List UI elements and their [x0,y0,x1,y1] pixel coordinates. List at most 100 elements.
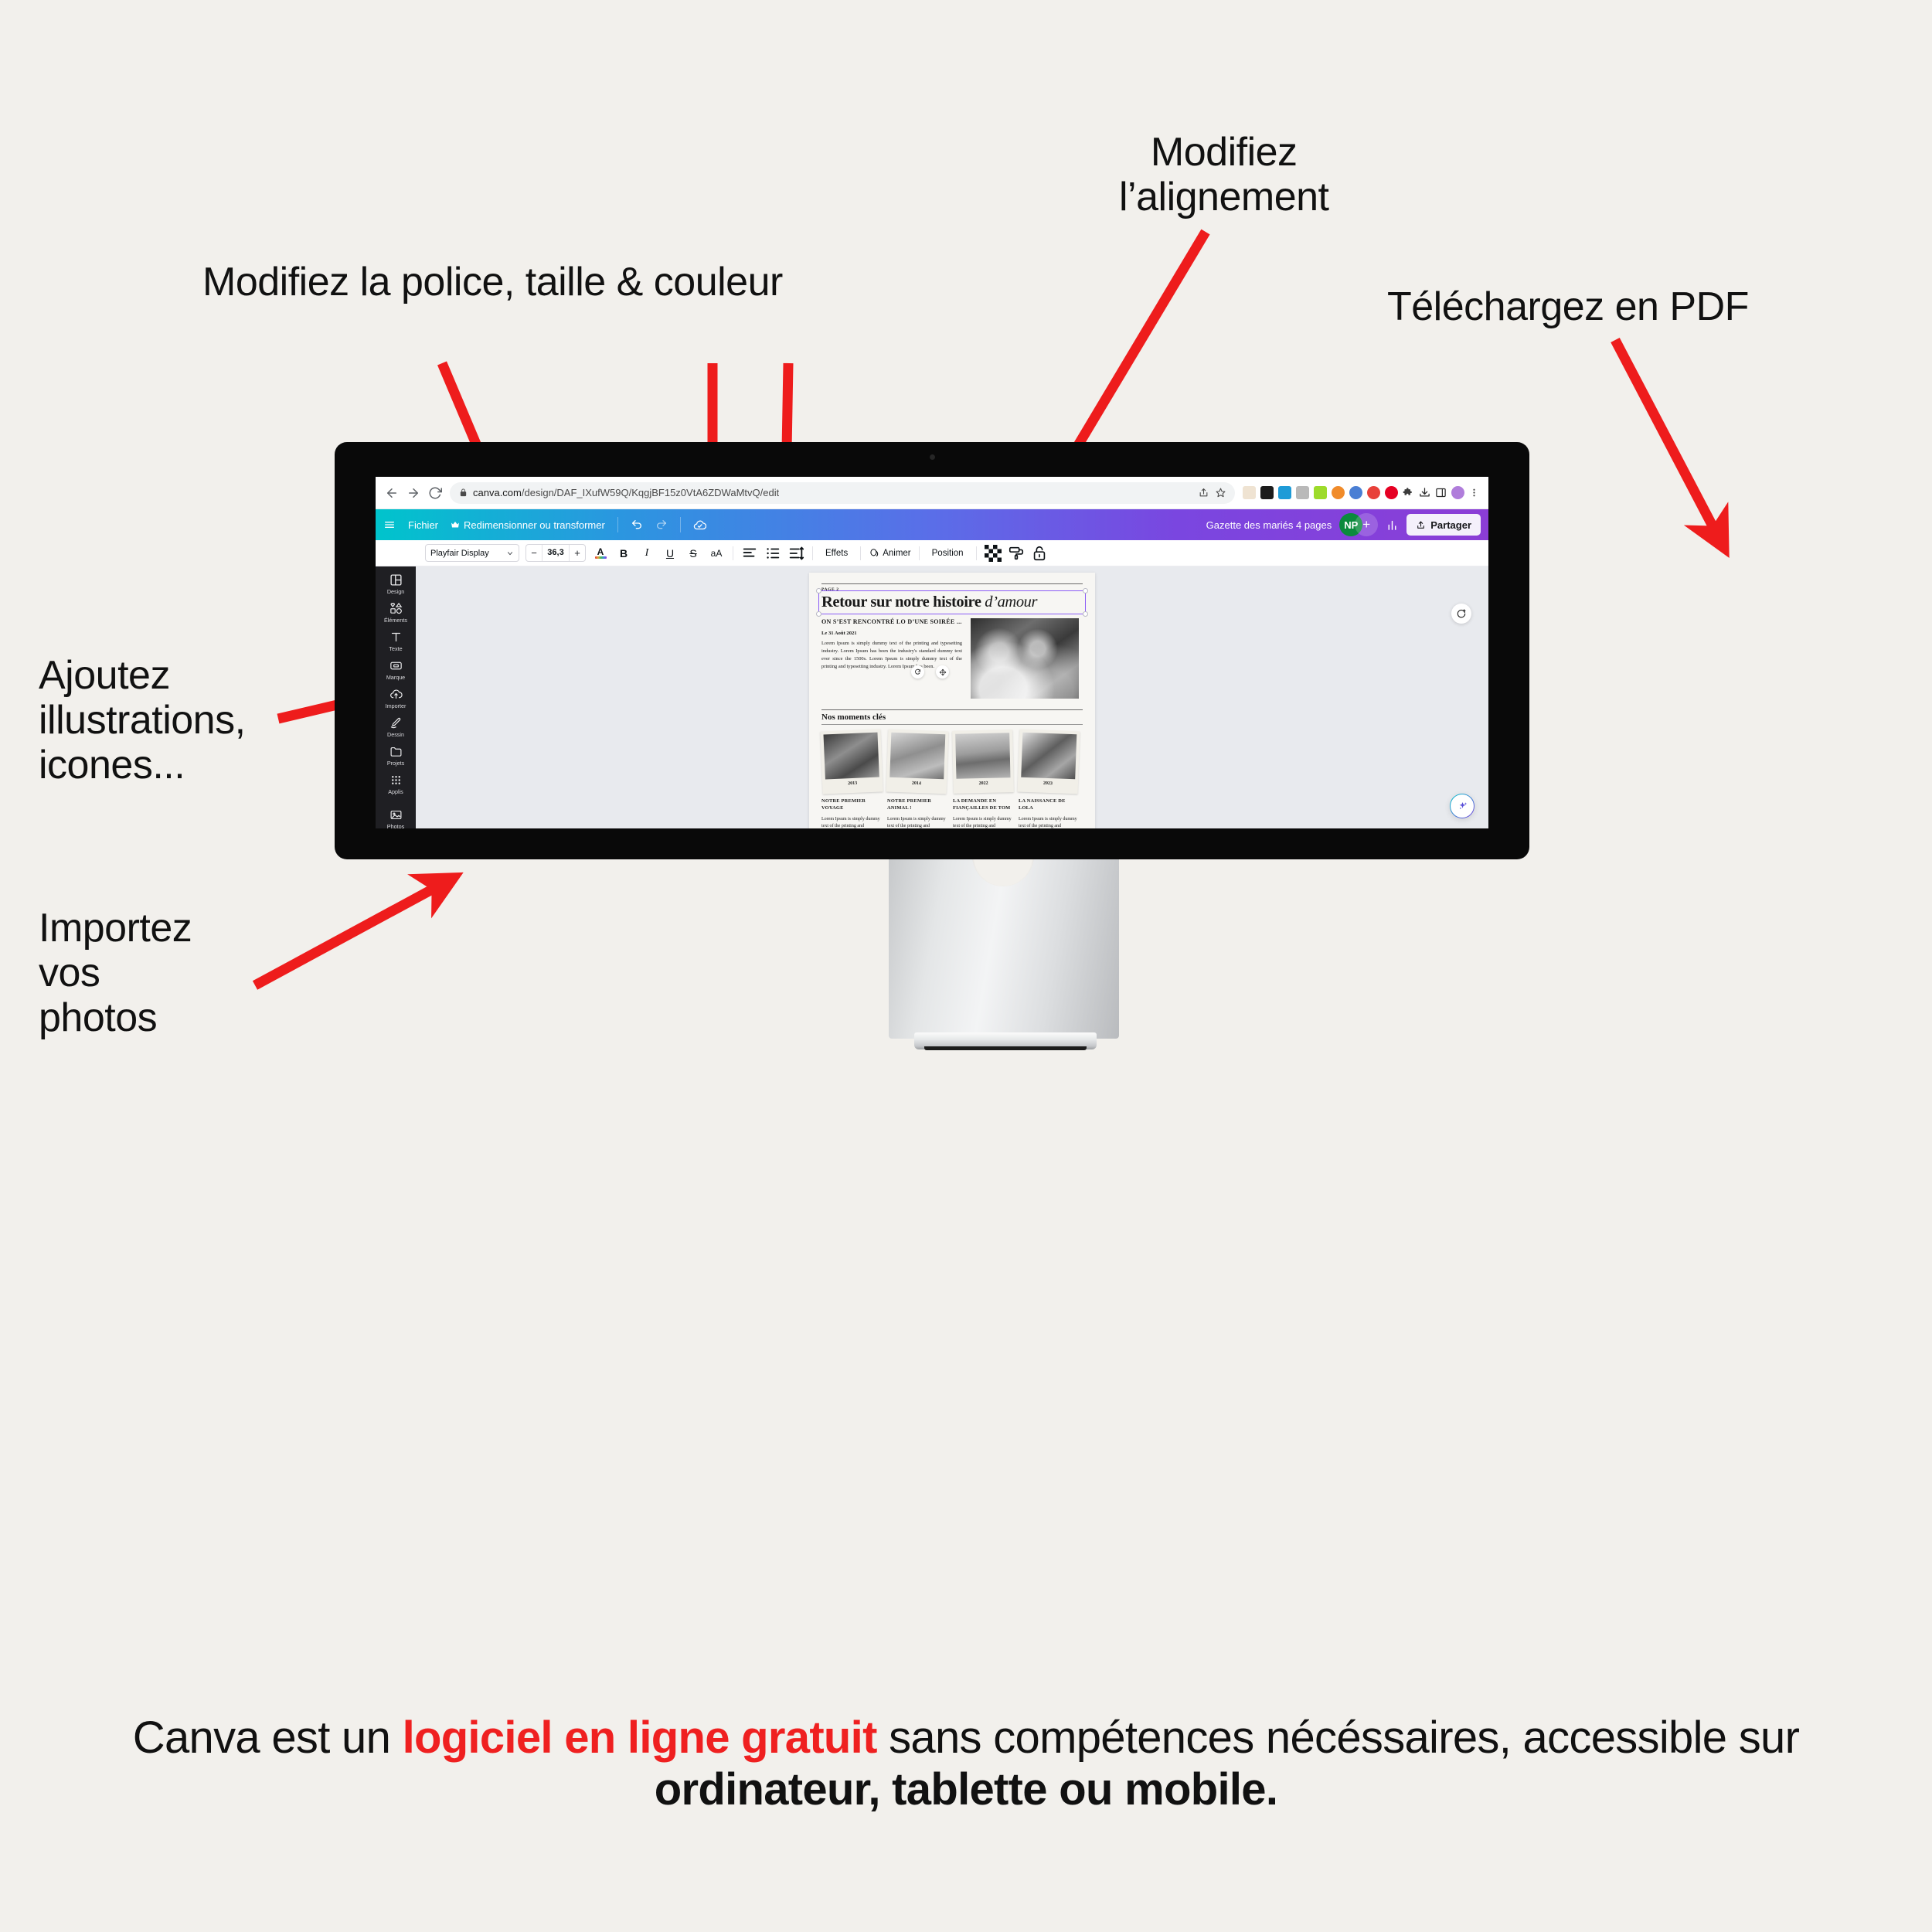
timeline-year: 2022 [978,781,988,787]
animate-icon[interactable] [869,548,879,559]
puzzle-extension-icon[interactable] [1403,487,1414,498]
annotation-alignment: Modifiez l’alignement [1119,130,1329,220]
add-collaborator-button[interactable]: + [1355,513,1379,536]
resize-handle[interactable] [816,611,821,617]
article-columns: ON S’EST RENCONTRÉ LO D’UNE SOIRÉE ... L… [821,618,1083,699]
lock-icon [460,488,467,497]
strikethrough-button[interactable]: S [685,545,702,562]
brand-icon [389,659,403,672]
resize-handle[interactable] [1083,588,1088,594]
forward-icon[interactable] [406,486,420,500]
effects-button[interactable]: Effets [821,549,852,558]
sidebar-item-importer[interactable]: Importer [376,684,416,713]
extension-icon[interactable] [1314,486,1327,499]
line-spacing-icon[interactable] [787,545,804,562]
bold-button[interactable]: B [615,545,632,562]
star-icon[interactable] [1216,488,1226,498]
font-size-decrease[interactable]: − [526,547,542,559]
sidebar-label: Marque [386,674,406,681]
sidebar-item-dessin[interactable]: Dessin [376,713,416,741]
extension-icon[interactable] [1367,486,1380,499]
align-left-icon[interactable] [741,545,758,562]
timeline-card: LA NAISSANCE DE LOLA Lorem Ipsum is simp… [1019,798,1079,828]
document-title[interactable]: Gazette des mariés 4 pages [1206,519,1332,531]
editor-body: Design Éléments Texte Marque Importer De… [376,566,1488,828]
timeline-polaroid[interactable]: 2014 [886,729,949,794]
bar-chart-icon[interactable] [1386,519,1399,532]
magic-sparkle-icon[interactable] [1450,794,1475,818]
reload-icon[interactable] [428,486,442,500]
downloads-icon[interactable] [1419,487,1430,498]
share-button[interactable]: Partager [1406,514,1481,536]
sidebar-item-texte[interactable]: Texte [376,627,416,655]
add-comment-icon[interactable] [1451,604,1471,624]
rule [821,709,1083,711]
timeline-polaroid[interactable]: 2022 [952,730,1014,794]
timeline-year: 2014 [911,781,922,787]
timeline-polaroid[interactable]: 2013 [820,729,883,794]
design-page[interactable]: PAGE 2 Retour sur notre histoire d’amour [809,573,1095,828]
font-family-select[interactable]: Playfair Display [425,544,519,562]
bulleted-list-icon[interactable] [764,545,781,562]
sidebar-label: Applis [388,788,403,795]
headline-italic: d’amour [985,594,1038,611]
canva-top-bar: Fichier Redimensionner ou transformer Ga… [376,509,1488,540]
text-color-icon[interactable]: A [592,545,609,562]
sidebar-item-marque[interactable]: Marque [376,655,416,684]
extension-icon[interactable] [1278,486,1291,499]
page-headline[interactable]: Retour sur notre histoire d’amour [821,594,1083,611]
headline-selection-wrap[interactable]: Retour sur notre histoire d’amour [816,588,1088,617]
sidebar-label: Texte [389,645,403,652]
back-icon[interactable] [385,486,399,500]
extension-icon[interactable] [1385,486,1398,499]
article-photo[interactable] [971,618,1079,699]
font-size-stepper[interactable]: − 36,3 + [526,544,586,562]
extension-icon[interactable] [1243,486,1256,499]
position-button[interactable]: Position [927,549,968,558]
section-title[interactable]: Nos moments clés [821,713,1083,722]
hamburger-icon[interactable] [383,519,396,531]
article-subhead: ON S’EST RENCONTRÉ LO D’UNE SOIRÉE ... [821,618,962,626]
side-panel-icon[interactable] [1435,487,1447,498]
address-bar[interactable]: canva.com/design/DAF_IXufW59Q/KqgjBF15z0… [450,481,1235,504]
sidebar-item-design[interactable]: Design [376,570,416,598]
transparency-icon[interactable] [984,544,1002,562]
menu-fichier[interactable]: Fichier [408,519,438,531]
share-button-label: Partager [1430,519,1471,531]
animate-button[interactable]: Animer [883,549,910,558]
timeline-card-body: Lorem Ipsum is simply dummy text of the … [821,816,880,828]
italic-button[interactable]: I [638,545,655,562]
timeline-card-title: LA NAISSANCE DE LOLA [1019,798,1066,811]
divider [679,517,681,532]
font-size-increase[interactable]: + [570,547,585,559]
extension-icon[interactable] [1296,486,1309,499]
profile-avatar-icon[interactable] [1451,486,1464,499]
sidebar-item-elements[interactable]: Éléments [376,598,416,627]
text-case-button[interactable]: aA [708,545,725,562]
paint-roller-icon[interactable] [1008,545,1025,562]
extension-icon[interactable] [1260,486,1274,499]
redo-icon[interactable] [655,519,668,531]
menu-resize[interactable]: Redimensionner ou transformer [464,519,605,531]
font-size-value[interactable]: 36,3 [542,545,570,561]
sidebar-item-projets[interactable]: Projets [376,741,416,770]
divider [975,546,977,560]
timeline-polaroid[interactable]: 2023 [1017,729,1080,794]
resize-handle[interactable] [1083,611,1088,617]
canvas-area[interactable]: PAGE 2 Retour sur notre histoire d’amour [416,566,1488,828]
share-icon[interactable] [1199,488,1209,498]
cloud-check-icon[interactable] [693,519,706,532]
annotation-upload: Importez vos photos [39,906,192,1041]
sidebar-item-applis[interactable]: Applis [376,770,416,798]
underline-button[interactable]: U [662,545,679,562]
rotate-icon[interactable] [911,665,924,679]
sidebar-item-photos[interactable]: Photos [376,804,416,828]
resize-handle[interactable] [816,588,821,594]
undo-icon[interactable] [631,519,643,531]
lock-open-icon[interactable] [1031,545,1048,562]
move-icon[interactable] [936,665,949,679]
extension-icon[interactable] [1332,486,1345,499]
kebab-menu-icon[interactable] [1469,487,1479,498]
annotation-elements: Ajoutez illustrations, icones... [39,653,246,788]
extension-icon[interactable] [1349,486,1362,499]
